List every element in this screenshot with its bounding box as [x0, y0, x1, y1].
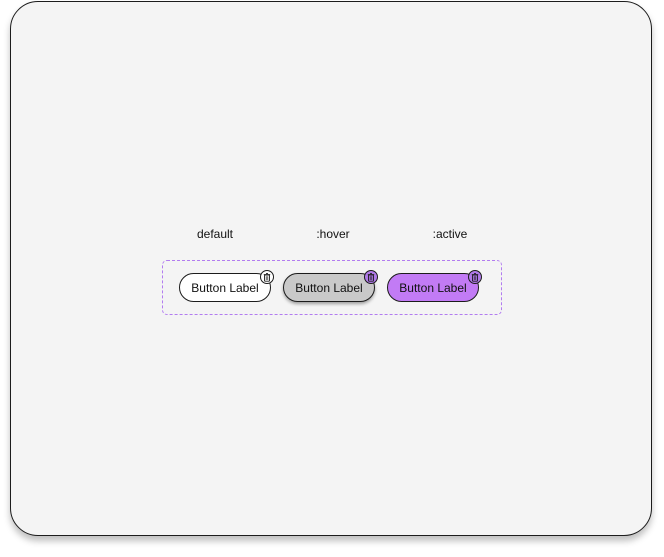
button-active-label: Button Label [399, 280, 467, 295]
button-default-label: Button Label [191, 280, 259, 295]
trash-icon[interactable] [364, 270, 378, 284]
state-label-active: :active [432, 227, 468, 241]
button-hover[interactable]: Button Label [283, 270, 378, 302]
trash-icon[interactable] [468, 270, 482, 284]
state-label-hover: :hover [316, 227, 350, 241]
button-hover-label: Button Label [295, 280, 363, 295]
button-active[interactable]: Button Label [387, 270, 482, 302]
button-default[interactable]: Button Label [179, 270, 274, 302]
state-label-default: default [196, 227, 234, 241]
trash-icon[interactable] [260, 270, 274, 284]
